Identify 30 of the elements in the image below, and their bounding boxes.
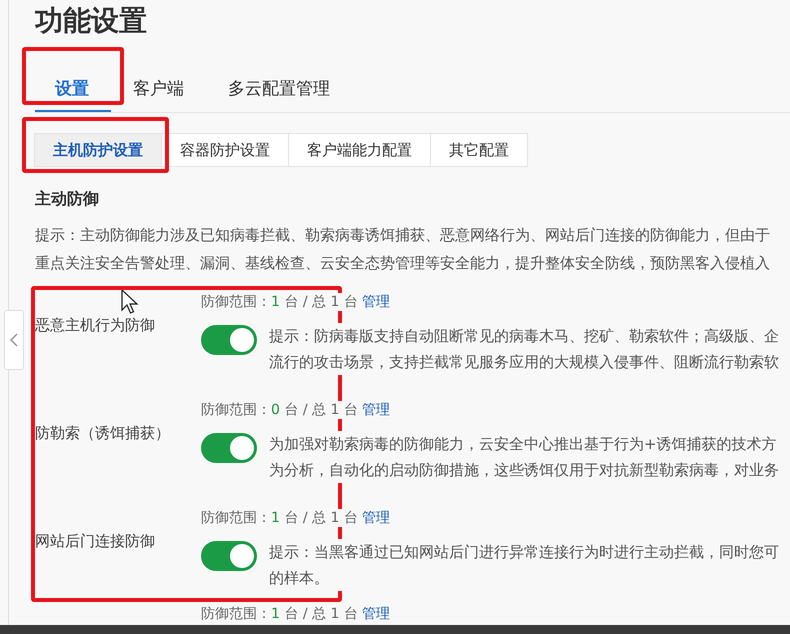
hint-text: 提示：当黑客通过已知网站后门进行异常连接行为时进行主动拦截，同时您可 的样本。 bbox=[269, 539, 779, 591]
toggle-switch[interactable] bbox=[201, 325, 257, 355]
scope-text: 防御范围：1 台 / 总 1 台 bbox=[201, 605, 358, 623]
manage-link[interactable]: 管理 bbox=[362, 509, 390, 527]
collapse-handle[interactable] bbox=[4, 310, 24, 370]
scope-text: 防御范围：1 台 / 总 1 台 bbox=[201, 293, 358, 311]
cursor-icon bbox=[121, 289, 139, 315]
hint-text: 为加强对勒索病毒的防御能力，云安全中心推出基于行为+诱饵捕获的技术方 为分析，自动化的启动防御措施，这些诱饵仅用于对抗新型勒索病毒，对业务 bbox=[269, 431, 779, 483]
hint-text: 提示：防病毒版支持自动阻断常见的病毒木马、挖矿、勒索软件；高级版、企 流行的攻击场景，支持拦截常见服务应用的大规模入侵事件、阻断流行勒索软 bbox=[269, 323, 779, 375]
section-heading: 主动防御 bbox=[35, 188, 100, 210]
scope-text: 防御范围：1 台 / 总 1 台 bbox=[201, 509, 358, 527]
sub-tab[interactable]: 其它配置 bbox=[430, 133, 528, 167]
row-label: 防勒索（诱饵捕获） bbox=[35, 424, 170, 442]
tab[interactable]: 多云配置管理 bbox=[206, 66, 352, 112]
manage-link[interactable]: 管理 bbox=[362, 401, 390, 419]
sub-tab[interactable]: 客户端能力配置 bbox=[288, 133, 431, 167]
sub-tab[interactable]: 容器防护设置 bbox=[161, 133, 289, 167]
scope-text: 防御范围：0 台 / 总 1 台 bbox=[201, 401, 358, 419]
toggle-switch[interactable] bbox=[201, 433, 257, 463]
row-label: 恶意主机行为防御 bbox=[35, 316, 155, 334]
toggle-switch[interactable] bbox=[201, 541, 257, 571]
tab[interactable]: 客户端 bbox=[111, 66, 206, 112]
page-title: 功能设置 bbox=[35, 3, 148, 39]
manage-link[interactable]: 管理 bbox=[362, 293, 390, 311]
intro-text: 提示：主动防御能力涉及已知病毒拦截、勒索病毒诱饵捕获、恶意网络行为、网站后门连接的防御能力，但由于 重点关注安全告警处理、漏洞、基线检查、云安全态势管理等安全能力，提升整体安全防线，预防黑客入侵植入 bbox=[35, 225, 771, 274]
manage-link[interactable]: 管理 bbox=[362, 605, 390, 623]
row-label: 网站后门连接防御 bbox=[35, 532, 155, 550]
chevron-left-icon bbox=[10, 333, 18, 347]
tab[interactable]: 设置 bbox=[35, 66, 111, 112]
sub-tab[interactable]: 主机防护设置 bbox=[34, 133, 162, 167]
